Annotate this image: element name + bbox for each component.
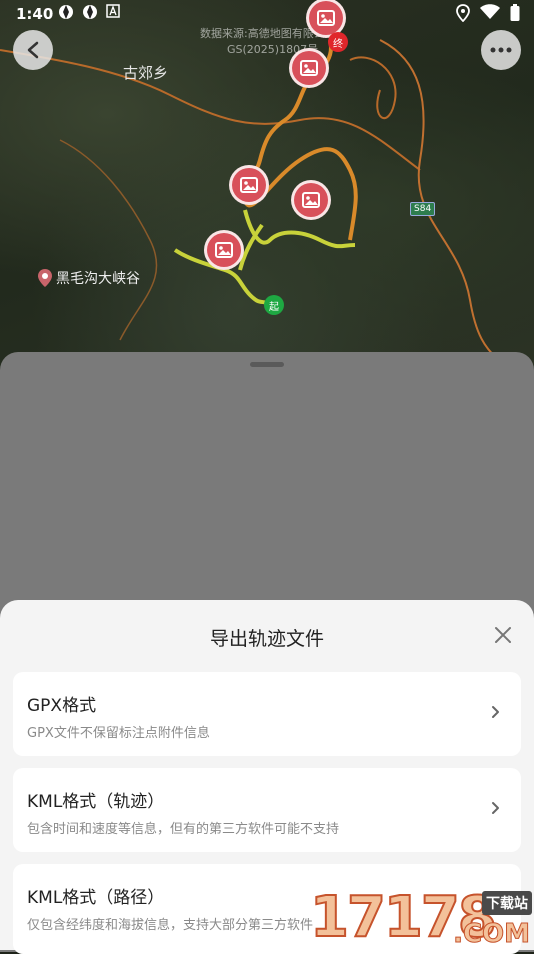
close-button[interactable]	[492, 624, 514, 646]
option-title: KML格式（轨迹）	[27, 792, 165, 812]
back-button[interactable]	[13, 30, 53, 70]
option-title: KML格式（路径）	[27, 888, 165, 908]
notification-icons	[58, 4, 120, 20]
road-badge: S84	[410, 202, 436, 216]
dialog-title: 导出轨迹文件	[209, 628, 324, 650]
aperture-icon	[59, 5, 73, 19]
battery-icon	[510, 4, 520, 21]
option-gpx[interactable]: GPX格式 GPX文件不保留标注点附件信息	[13, 672, 521, 756]
more-dots-icon	[490, 47, 512, 53]
map-view[interactable]: 数据来源:高德地图有限公司 GS(2025)1807号 古郊乡 黑毛沟大峡谷 S…	[0, 0, 534, 380]
system-status-icons	[456, 4, 520, 22]
chevron-left-icon	[27, 41, 39, 59]
image-icon	[215, 242, 233, 258]
place-label-town: 古郊乡	[123, 64, 169, 82]
site-watermark: 17178 下载站 .COM	[309, 884, 534, 951]
chevron-right-icon	[492, 802, 499, 814]
wifi-icon	[480, 4, 500, 19]
close-icon	[495, 627, 511, 643]
option-description: 包含时间和速度等信息，但有的第三方软件可能不支持	[27, 822, 340, 837]
start-marker: 起	[264, 295, 284, 315]
option-kml-track[interactable]: KML格式（轨迹） 包含时间和速度等信息，但有的第三方软件可能不支持	[13, 768, 521, 852]
end-marker: 终	[328, 32, 348, 52]
poi-pin-icon	[38, 269, 52, 287]
aperture-icon	[83, 5, 97, 19]
location-icon	[456, 4, 470, 22]
option-title: GPX格式	[27, 696, 97, 716]
watermark-domain: .COM	[453, 919, 531, 950]
photo-marker[interactable]	[204, 230, 244, 270]
option-description: GPX文件不保留标注点附件信息	[27, 726, 210, 741]
option-description: 仅包含经纬度和海拔信息，支持大部分第三方软件	[27, 918, 314, 933]
photo-marker[interactable]	[229, 165, 269, 205]
photo-marker[interactable]	[289, 48, 329, 88]
chevron-right-icon	[492, 706, 499, 718]
watermark-site: 下载站	[482, 891, 532, 915]
status-time: 1:40	[16, 5, 54, 23]
poi-label: 黑毛沟大峡谷	[56, 271, 140, 287]
image-icon	[240, 177, 258, 193]
image-icon	[300, 60, 318, 76]
poi-marker[interactable]: 黑毛沟大峡谷	[38, 268, 140, 288]
photo-marker[interactable]	[291, 180, 331, 220]
image-icon	[302, 192, 320, 208]
more-button[interactable]	[481, 30, 521, 70]
sheet-drag-handle[interactable]	[250, 362, 284, 367]
status-bar: 1:40	[0, 0, 534, 28]
app-a-icon	[106, 4, 120, 18]
